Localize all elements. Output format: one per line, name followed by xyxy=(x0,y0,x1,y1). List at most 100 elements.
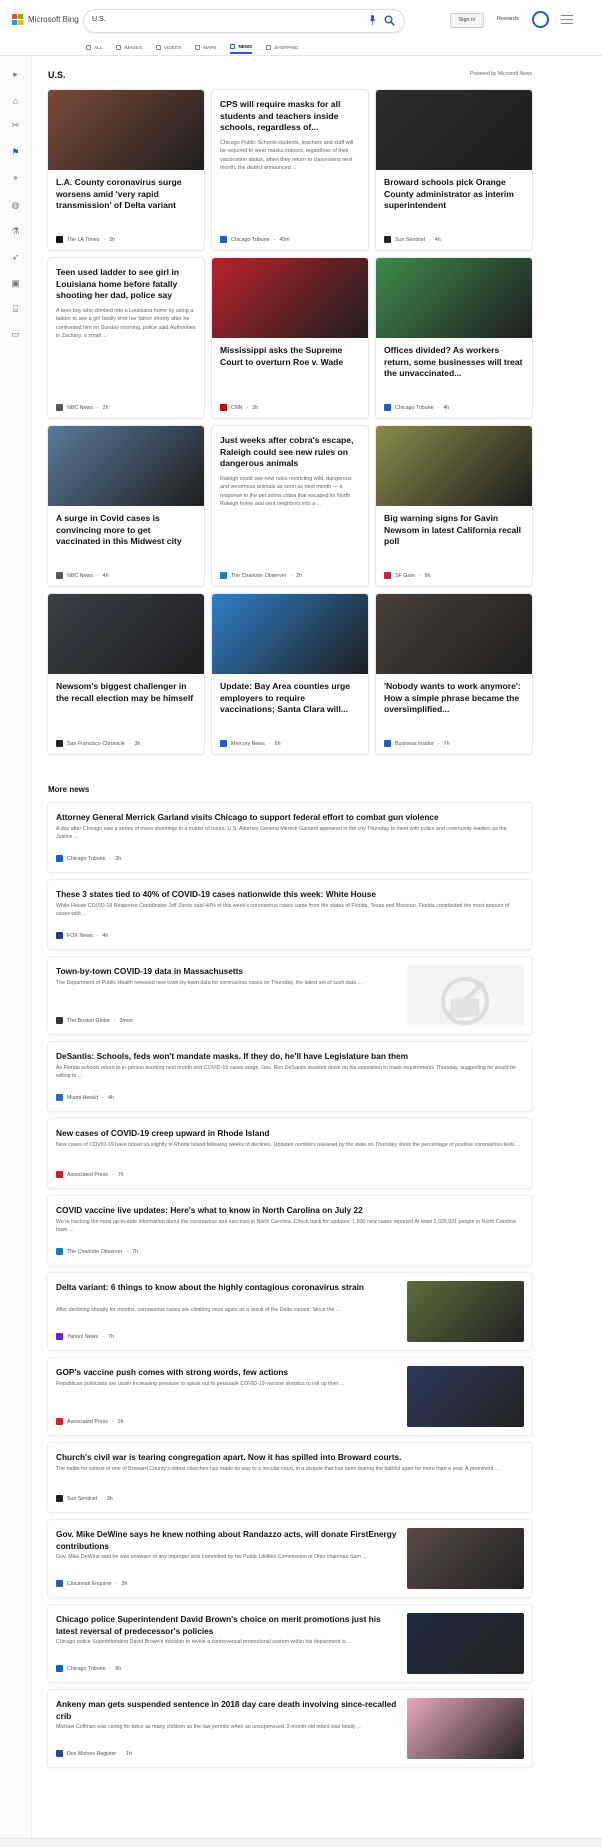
news-card-source[interactable]: SF Gate · 9h xyxy=(384,572,430,579)
news-card-title[interactable]: Mississippi asks the Supreme Court to ov… xyxy=(212,338,368,368)
more-news-title[interactable]: New cases of COVID-19 creep upward in Rh… xyxy=(56,1128,524,1140)
news-card[interactable]: Newsom's biggest challenger in the recal… xyxy=(48,594,204,754)
more-news-source[interactable]: Yahoo! News · 7h xyxy=(56,1333,114,1340)
news-card-image[interactable] xyxy=(212,594,368,674)
more-news-item[interactable]: Attorney General Merrick Garland visits … xyxy=(48,803,532,872)
more-news-title[interactable]: These 3 states tied to 40% of COVID-19 c… xyxy=(56,889,524,901)
more-news-title[interactable]: DeSantis: Schools, feds won't mandate ma… xyxy=(56,1051,524,1063)
news-card[interactable]: Big warning signs for Gavin Newsom in la… xyxy=(376,426,532,586)
news-card-title[interactable]: L.A. County coronavirus surge worsens am… xyxy=(48,170,204,212)
scissors-icon[interactable]: ✂ xyxy=(9,119,22,132)
news-card-image[interactable] xyxy=(212,258,368,338)
more-news-title[interactable]: Chicago police Superintendent David Brow… xyxy=(56,1614,401,1637)
more-news-source[interactable]: The Charlotte Observer · 7h xyxy=(56,1248,138,1255)
news-card-image[interactable] xyxy=(376,90,532,170)
film-icon[interactable]: ▣ xyxy=(9,277,22,290)
rewards-link[interactable]: Rewards xyxy=(497,16,519,22)
news-thumbnail[interactable] xyxy=(407,1698,524,1759)
news-card[interactable]: Just weeks after cobra's escape, Raleigh… xyxy=(212,426,368,586)
tab-videos[interactable]: VIDEOS xyxy=(156,40,181,54)
more-news-source[interactable]: Cincinnati Enquirer · 3h xyxy=(56,1580,127,1587)
more-news-title[interactable]: Church's civil war is tearing congregati… xyxy=(56,1452,524,1464)
card-icon[interactable]: ▭ xyxy=(9,328,22,341)
news-card-source[interactable]: NBC News · 4h xyxy=(56,572,109,579)
tab-maps[interactable]: MAPS xyxy=(195,40,216,54)
rocket-icon[interactable]: ➶ xyxy=(9,251,22,264)
sign-in-button[interactable]: Sign in xyxy=(450,13,484,28)
bing-logo[interactable]: Microsoft Bing xyxy=(12,14,79,25)
news-thumbnail[interactable] xyxy=(407,1366,524,1427)
news-thumbnail[interactable] xyxy=(407,1613,524,1674)
more-news-title[interactable]: Attorney General Merrick Garland visits … xyxy=(56,812,524,824)
globe-icon[interactable]: ◍ xyxy=(9,199,22,212)
more-news-title[interactable]: Delta variant: 6 things to know about th… xyxy=(56,1282,401,1294)
more-news-source[interactable]: Associated Press · 7h xyxy=(56,1171,124,1178)
more-news-item[interactable]: These 3 states tied to 40% of COVID-19 c… xyxy=(48,880,532,949)
more-news-source[interactable]: Chicago Tribune · 6h xyxy=(56,1665,121,1672)
more-news-title[interactable]: COVID vaccine live updates: Here's what … xyxy=(56,1205,524,1217)
news-card-source[interactable]: NBC News · 2h xyxy=(56,404,109,411)
more-news-title[interactable]: Town-by-town COVID-19 data in Massachuse… xyxy=(56,966,401,978)
news-card[interactable]: Broward schools pick Orange County admin… xyxy=(376,90,532,250)
news-card-image[interactable] xyxy=(48,426,204,506)
news-card[interactable]: Offices divided? As workers return, some… xyxy=(376,258,532,418)
more-news-item[interactable]: Gov. Mike DeWine says he knew nothing ab… xyxy=(48,1520,532,1597)
news-card-source[interactable]: The LA Times · 3h xyxy=(56,236,115,243)
search-box[interactable]: U.S. xyxy=(84,10,404,32)
more-news-item[interactable]: Delta variant: 6 things to know about th… xyxy=(48,1273,532,1350)
news-card-source[interactable]: Chicago Tribune · 4h xyxy=(384,404,449,411)
news-card-source[interactable]: Business Insider · 7h xyxy=(384,740,450,747)
news-card-title[interactable]: Just weeks after cobra's escape, Raleigh… xyxy=(212,426,368,470)
home-icon[interactable]: ⌂ xyxy=(9,94,22,107)
tab-news[interactable]: NEWS xyxy=(230,40,253,54)
more-news-title[interactable]: Ankeny man gets suspended sentence in 20… xyxy=(56,1699,401,1722)
more-news-source[interactable]: FOX News · 4h xyxy=(56,932,108,939)
news-card[interactable]: 'Nobody wants to work anymore': How a si… xyxy=(376,594,532,754)
tab-all[interactable]: ALL xyxy=(86,40,102,54)
news-card-source[interactable]: Sun Sentinel · 4h xyxy=(384,236,441,243)
news-card-image[interactable] xyxy=(376,258,532,338)
more-news-source[interactable]: The Boston Globe · 2mon xyxy=(56,1017,133,1024)
more-news-item[interactable]: COVID vaccine live updates: Here's what … xyxy=(48,1196,532,1265)
more-news-source[interactable]: Chicago Tribune · 3h xyxy=(56,855,121,862)
more-news-source[interactable]: Des Moines Register · 1h xyxy=(56,1750,132,1757)
news-card-source[interactable]: San Francisco Chronicle · 3h xyxy=(56,740,140,747)
more-news-item[interactable]: DeSantis: Schools, feds won't mandate ma… xyxy=(48,1042,532,1111)
news-card-title[interactable]: A surge in Covid cases is convincing mor… xyxy=(48,506,204,548)
rewards-icon[interactable] xyxy=(532,11,549,28)
more-news-item[interactable]: Chicago police Superintendent David Brow… xyxy=(48,1605,532,1682)
news-card-source[interactable]: CNN · 3h xyxy=(220,404,258,411)
news-card-source[interactable]: Mercury News · 6h xyxy=(220,740,281,747)
news-card[interactable]: Teen used ladder to see girl in Louisian… xyxy=(48,258,204,418)
news-card[interactable]: Mississippi asks the Supreme Court to ov… xyxy=(212,258,368,418)
more-news-item[interactable]: Town-by-town COVID-19 data in Massachuse… xyxy=(48,957,532,1034)
more-news-source[interactable]: Associated Press · 2h xyxy=(56,1418,124,1425)
news-card-source[interactable]: The Charlotte Observer · 2h xyxy=(220,572,302,579)
flag-icon[interactable]: ⚑ xyxy=(9,146,22,159)
news-card[interactable]: CPS will require masks for all students … xyxy=(212,90,368,250)
news-card[interactable]: L.A. County coronavirus surge worsens am… xyxy=(48,90,204,250)
news-card-title[interactable]: Broward schools pick Orange County admin… xyxy=(376,170,532,212)
news-card[interactable]: Update: Bay Area counties urge employers… xyxy=(212,594,368,754)
news-card-source[interactable]: Chicago Tribune · 45m xyxy=(220,236,290,243)
microscope-icon[interactable]: ⚗ xyxy=(9,225,22,238)
more-news-item[interactable]: Church's civil war is tearing congregati… xyxy=(48,1443,532,1512)
news-card-title[interactable]: Newsom's biggest challenger in the recal… xyxy=(48,674,204,704)
location-icon[interactable]: ⌖ xyxy=(9,172,22,185)
news-card-title[interactable]: Big warning signs for Gavin Newsom in la… xyxy=(376,506,532,548)
more-news-item[interactable]: New cases of COVID-19 creep upward in Rh… xyxy=(48,1119,532,1188)
news-card-title[interactable]: 'Nobody wants to work anymore': How a si… xyxy=(376,674,532,716)
news-card-image[interactable] xyxy=(376,426,532,506)
hamburger-menu-icon[interactable] xyxy=(561,15,573,24)
news-card[interactable]: A surge in Covid cases is convincing mor… xyxy=(48,426,204,586)
search-icon[interactable] xyxy=(384,15,395,26)
tab-shopping[interactable]: SHOPPING xyxy=(266,40,298,54)
microphone-icon[interactable] xyxy=(369,15,376,25)
more-news-item[interactable]: Ankeny man gets suspended sentence in 20… xyxy=(48,1690,532,1767)
news-card-image[interactable] xyxy=(48,90,204,170)
search-input[interactable]: U.S. xyxy=(92,16,106,23)
news-card-title[interactable]: Offices divided? As workers return, some… xyxy=(376,338,532,380)
image-placeholder-icon[interactable] xyxy=(407,965,524,1026)
more-news-source[interactable]: Miami Herald · 4h xyxy=(56,1094,114,1101)
news-card-title[interactable]: CPS will require masks for all students … xyxy=(212,90,368,134)
